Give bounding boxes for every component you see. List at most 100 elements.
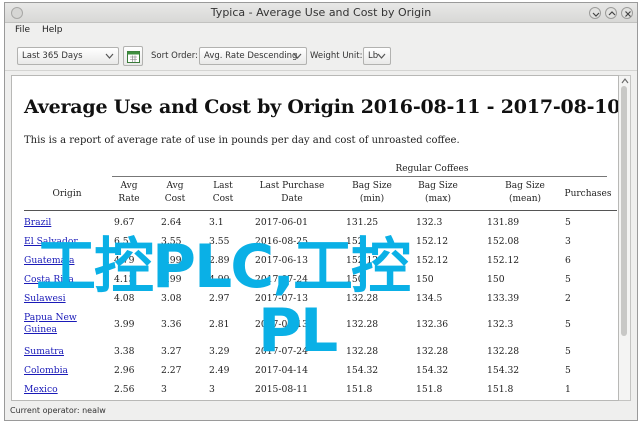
col-origin: Origin	[52, 189, 82, 199]
cell-max: 132.3	[416, 217, 443, 228]
calendar-button[interactable]	[123, 46, 143, 66]
cell-max: 132.36	[416, 319, 449, 330]
chevron-down-icon	[293, 53, 302, 59]
col-bag-mean-line2: (mean)	[508, 194, 542, 204]
cell-mean: 152.12	[487, 255, 520, 266]
origin-link[interactable]: Sumatra	[24, 346, 64, 357]
cell-mean: 131.89	[487, 217, 520, 228]
origin-link[interactable]: Mexico	[24, 384, 58, 395]
app-window: Typica - Average Use and Cost by Origin …	[4, 2, 638, 421]
col-bag-mean-line1: Bag Size	[505, 181, 545, 191]
cell-max: 151.8	[416, 384, 443, 395]
origin-link[interactable]: Colombia	[24, 365, 68, 376]
weight-unit-select[interactable]: Lb	[363, 47, 391, 65]
col-last-purchase-line2: Date	[281, 194, 303, 204]
group-divider	[112, 176, 607, 177]
cell-avg-cost: 3.36	[161, 319, 182, 330]
col-last-cost-line1: Last	[213, 181, 233, 191]
cell-purchases: 5	[565, 365, 571, 376]
close-icon[interactable]	[621, 7, 633, 19]
cell-purchases: 3	[565, 236, 571, 247]
watermark-line-2: PL	[258, 296, 338, 366]
window-title: Typica - Average Use and Cost by Origin	[210, 6, 432, 19]
date-range-select[interactable]: Last 365 Days	[17, 47, 119, 65]
cell-mean: 154.32	[487, 365, 520, 376]
col-last-cost: Last Cost	[203, 180, 243, 206]
cell-max: 150	[416, 274, 434, 285]
cell-min: 154.32	[346, 365, 379, 376]
cell-purchases: 5	[565, 319, 571, 330]
col-purchases: Purchases	[564, 189, 612, 199]
weight-unit-label: Weight Unit:	[310, 51, 363, 61]
col-last-cost-line2: Cost	[212, 194, 234, 204]
col-bag-max: Bag Size (max)	[408, 180, 468, 206]
col-last-purchase: Last Purchase Date	[248, 180, 336, 206]
scroll-thumb[interactable]	[621, 86, 627, 336]
cell-min: 132.28	[346, 319, 379, 330]
header-divider	[24, 210, 617, 211]
origin-link[interactable]: Papua New Guinea	[24, 312, 89, 336]
cell-mean: 150	[487, 274, 505, 285]
menu-file[interactable]: File	[15, 25, 30, 35]
cell-last-cost: 2.81	[209, 319, 230, 330]
status-bar: Current operator: nealw	[5, 403, 637, 420]
cell-purchases: 2	[565, 293, 571, 304]
cell-min: 132.28	[346, 346, 379, 357]
sort-order-value: Avg. Rate Descending	[204, 51, 298, 61]
cell-avg-rate: 3.99	[114, 319, 135, 330]
col-avg-rate: Avg Rate	[109, 180, 149, 206]
cell-purchases: 1	[565, 384, 571, 395]
minimize-icon[interactable]	[589, 7, 601, 19]
cell-mean: 132.28	[487, 346, 520, 357]
col-bag-max-line2: (max)	[425, 194, 451, 204]
cell-avg-rate: 2.96	[114, 365, 135, 376]
col-avg-rate-line1: Avg	[120, 181, 138, 191]
menu-help[interactable]: Help	[42, 25, 63, 35]
col-bag-max-line1: Bag Size	[418, 181, 458, 191]
chevron-down-icon	[377, 53, 386, 59]
report-title: Average Use and Cost by Origin 2016-08-1…	[24, 96, 619, 118]
cell-purchases: 5	[565, 274, 571, 285]
cell-avg-cost: 3.27	[161, 346, 182, 357]
report-view[interactable]: Average Use and Cost by Origin 2016-08-1…	[11, 75, 619, 401]
cell-last-purchase: 2015-08-11	[255, 384, 308, 395]
sort-order-select[interactable]: Avg. Rate Descending	[199, 47, 307, 65]
cell-last-cost: 3.29	[209, 346, 230, 357]
cell-avg-rate: 2.56	[114, 384, 135, 395]
col-bag-min: Bag Size (min)	[342, 180, 402, 206]
cell-mean: 151.8	[487, 384, 514, 395]
cell-min: 151.8	[346, 384, 373, 395]
cell-purchases: 5	[565, 217, 571, 228]
cell-mean: 133.39	[487, 293, 520, 304]
sort-order-label: Sort Order:	[151, 51, 198, 61]
maximize-icon[interactable]	[605, 7, 617, 19]
col-bag-min-line1: Bag Size	[352, 181, 392, 191]
current-operator: Current operator: nealw	[10, 406, 106, 415]
toolbar: Last 365 Days Sort Order: Avg. Rate Desc…	[5, 41, 637, 71]
col-avg-cost-line2: Cost	[164, 194, 186, 204]
cell-purchases: 6	[565, 255, 571, 266]
cell-max: 152.12	[416, 255, 449, 266]
cell-last-purchase: 2017-04-14	[255, 365, 308, 376]
col-bag-mean: Bag Size (mean)	[492, 180, 558, 206]
vertical-scrollbar[interactable]	[619, 75, 631, 401]
calendar-icon	[127, 51, 140, 63]
watermark-line-1: 工控PLC,工控	[36, 232, 411, 302]
cell-mean: 132.3	[487, 319, 514, 330]
menu-bar: File Help	[5, 23, 637, 39]
col-avg-rate-line2: Rate	[118, 194, 140, 204]
col-last-purchase-line1: Last Purchase	[259, 181, 325, 191]
report-description: This is a report of average rate of use …	[24, 135, 460, 146]
cell-avg-cost: 2.27	[161, 365, 182, 376]
col-bag-min-line2: (min)	[359, 194, 385, 204]
title-bar: Typica - Average Use and Cost by Origin	[5, 3, 637, 23]
cell-last-cost: 2.49	[209, 365, 230, 376]
cell-avg-cost: 3	[161, 384, 167, 395]
cell-max: 152.12	[416, 236, 449, 247]
date-range-value: Last 365 Days	[22, 51, 83, 61]
cell-last-cost: 3	[209, 384, 215, 395]
col-avg-cost-line1: Avg	[166, 181, 184, 191]
cell-purchases: 5	[565, 346, 571, 357]
scroll-up-icon[interactable]	[620, 77, 630, 85]
group-header: Regular Coffees	[395, 164, 469, 174]
